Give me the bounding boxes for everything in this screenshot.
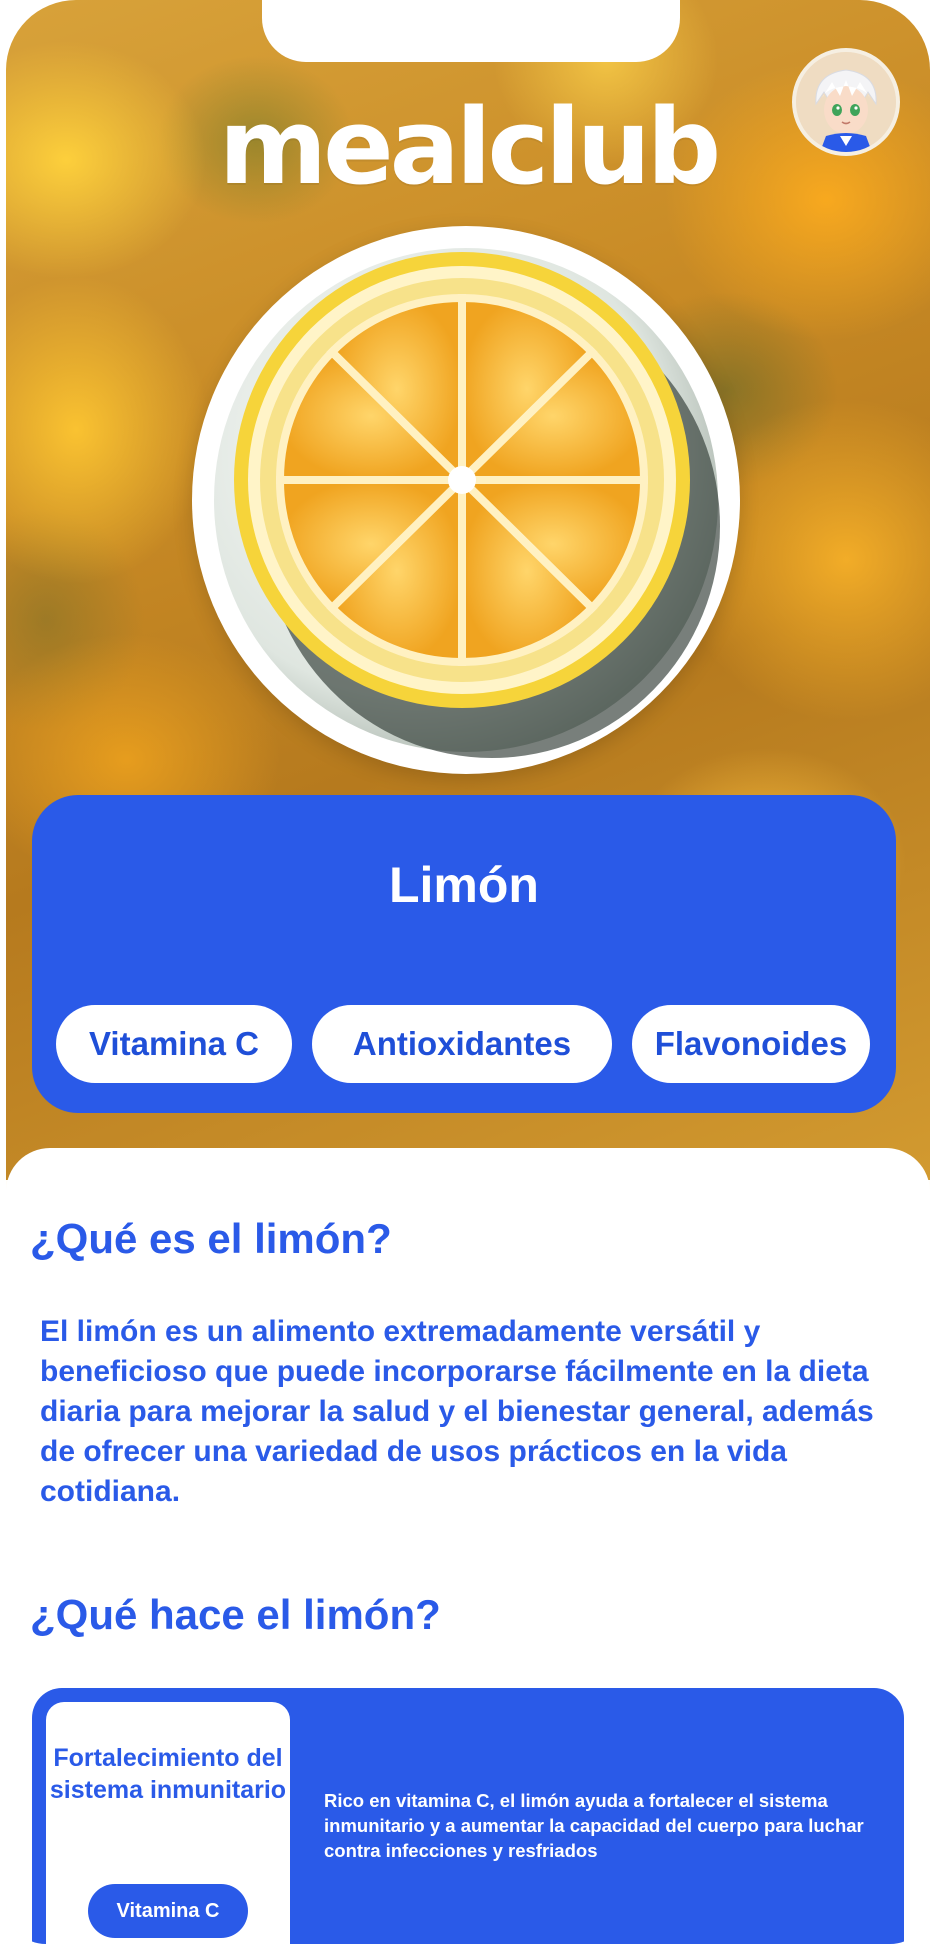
section-heading-what-does: ¿Qué hace el limón? (30, 1591, 441, 1638)
phone-screen: mealclub Limón Vitamina C Antioxidantes … (6, 0, 930, 1944)
food-title: Limón (389, 857, 539, 913)
avatar-icon (796, 52, 896, 152)
benefit-card[interactable]: Fortalecimiento del sistema inmunitario … (32, 1688, 904, 1944)
section-heading-what-is: ¿Qué es el limón? (30, 1215, 392, 1262)
food-info-card: Limón Vitamina C Antioxidantes Flavonoid… (32, 795, 896, 1113)
benefit-tag-chip[interactable]: Vitamina C (88, 1884, 248, 1938)
tag-chip-vitamina-c[interactable]: Vitamina C (56, 1005, 292, 1083)
what-is-paragraph: El limón es un alimento extremadamente v… (40, 1315, 874, 1508)
benefit-title: Fortalecimiento del sistema inmunitario (49, 1744, 287, 1804)
tag-chip-flavonoides[interactable]: Flavonoides (632, 1005, 870, 1083)
benefit-summary: Fortalecimiento del sistema inmunitario … (46, 1702, 290, 1944)
user-avatar[interactable] (792, 48, 900, 156)
lemon-slice-icon (214, 248, 720, 758)
benefit-description: Rico en vitamina C, el limón ayuda a for… (324, 1790, 864, 1861)
lemon-image (192, 226, 740, 774)
tag-chip-antioxidantes[interactable]: Antioxidantes (312, 1005, 612, 1083)
device-notch (262, 0, 680, 62)
app-logo[interactable]: mealclub (6, 92, 930, 202)
